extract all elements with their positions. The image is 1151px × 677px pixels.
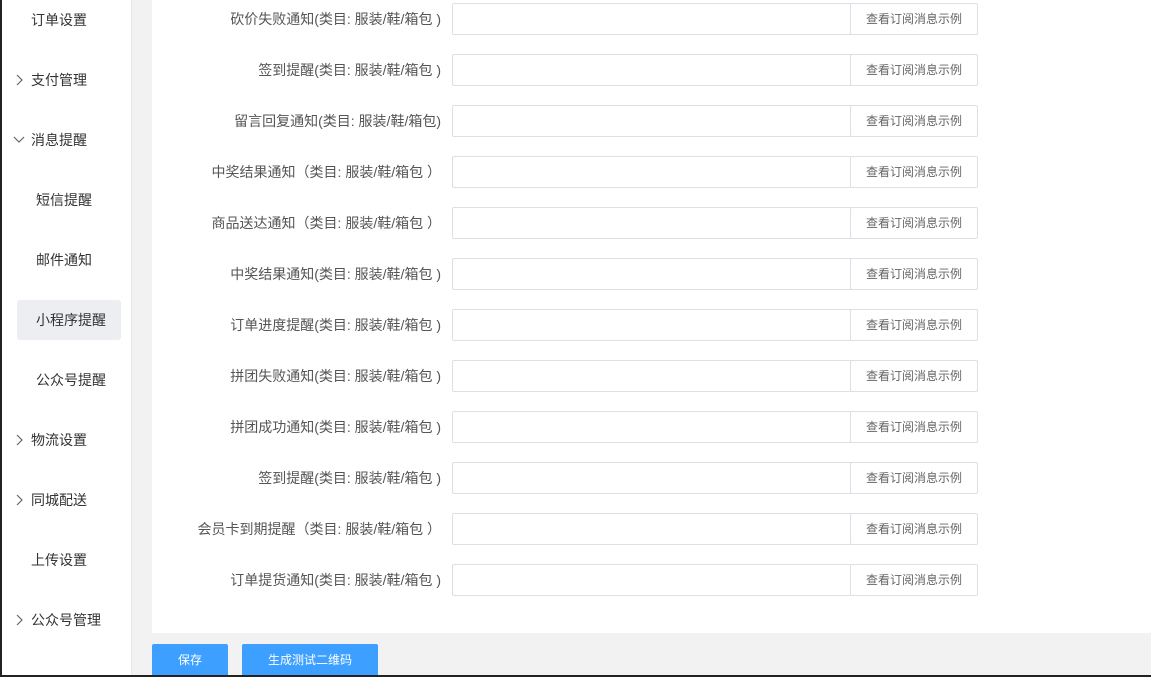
generate-test-qr-button[interactable]: 生成测试二维码	[242, 644, 378, 677]
template-id-input[interactable]	[452, 156, 862, 188]
view-example-button[interactable]: 查看订阅消息示例	[850, 564, 978, 596]
view-example-button[interactable]: 查看订阅消息示例	[850, 156, 978, 188]
sidebar-item-label: 同城配送	[31, 492, 87, 508]
view-example-button[interactable]: 查看订阅消息示例	[850, 207, 978, 239]
sidebar-item-label: 物流设置	[31, 432, 87, 448]
template-form: 砍价失败通知(类目: 服装/鞋/箱包 ) 查看订阅消息示例 签到提醒(类目: 服…	[152, 0, 1151, 633]
field-label: 会员卡到期提醒（类目: 服装/鞋/箱包 ）	[197, 521, 441, 537]
field-label: 拼团失败通知(类目: 服装/鞋/箱包 )	[230, 368, 441, 384]
form-row: 中奖结果通知(类目: 服装/鞋/箱包 ) 查看订阅消息示例	[152, 258, 1151, 290]
field-label: 订单进度提醒(类目: 服装/鞋/箱包 )	[230, 317, 441, 333]
sidebar-item-label: 消息提醒	[31, 132, 87, 148]
sidebar-item-order-settings[interactable]: 订单设置	[2, 0, 131, 40]
view-example-button[interactable]: 查看订阅消息示例	[850, 105, 978, 137]
sidebar-item-upload-settings[interactable]: 上传设置	[2, 540, 131, 580]
template-id-input[interactable]	[452, 564, 862, 596]
view-example-button[interactable]: 查看订阅消息示例	[850, 54, 978, 86]
view-example-button[interactable]: 查看订阅消息示例	[850, 3, 978, 35]
sidebar-item-label: 邮件通知	[36, 252, 92, 268]
template-id-input[interactable]	[452, 513, 862, 545]
form-row: 签到提醒(类目: 服装/鞋/箱包 ) 查看订阅消息示例	[152, 54, 1151, 86]
view-example-button[interactable]: 查看订阅消息示例	[850, 258, 978, 290]
form-row: 商品送达通知（类目: 服装/鞋/箱包 ） 查看订阅消息示例	[152, 207, 1151, 239]
sidebar-item-sms[interactable]: 短信提醒	[2, 180, 131, 220]
sidebar-item-official-account-reminder[interactable]: 公众号提醒	[2, 360, 131, 400]
form-row: 留言回复通知(类目: 服装/鞋/箱包) 查看订阅消息示例	[152, 105, 1151, 137]
field-label: 中奖结果通知(类目: 服装/鞋/箱包 )	[230, 266, 441, 282]
sidebar-item-local-delivery[interactable]: 同城配送	[2, 480, 131, 520]
template-id-input[interactable]	[452, 411, 862, 443]
form-row: 中奖结果通知（类目: 服装/鞋/箱包 ） 查看订阅消息示例	[152, 156, 1151, 188]
field-label: 拼团成功通知(类目: 服装/鞋/箱包 )	[230, 419, 441, 435]
field-label: 订单提货通知(类目: 服装/鞋/箱包 )	[230, 572, 441, 588]
field-label: 砍价失败通知(类目: 服装/鞋/箱包 )	[230, 11, 441, 27]
chevron-right-icon	[13, 60, 25, 100]
sidebar: 订单设置 支付管理 消息提醒 短信提醒 邮件通知 小程序提醒 公众号提醒 物流设…	[2, 0, 132, 675]
form-row: 订单进度提醒(类目: 服装/鞋/箱包 ) 查看订阅消息示例	[152, 309, 1151, 341]
view-example-button[interactable]: 查看订阅消息示例	[850, 513, 978, 545]
view-example-button[interactable]: 查看订阅消息示例	[850, 411, 978, 443]
chevron-right-icon	[13, 480, 25, 520]
sidebar-item-label: 订单设置	[31, 12, 87, 28]
chevron-right-icon	[13, 420, 25, 460]
sidebar-item-label: 公众号提醒	[36, 372, 106, 388]
chevron-right-icon	[13, 600, 25, 640]
view-example-button[interactable]: 查看订阅消息示例	[850, 309, 978, 341]
template-id-input[interactable]	[452, 105, 862, 137]
form-row: 签到提醒(类目: 服装/鞋/箱包 ) 查看订阅消息示例	[152, 462, 1151, 494]
form-row: 拼团失败通知(类目: 服装/鞋/箱包 ) 查看订阅消息示例	[152, 360, 1151, 392]
field-label: 签到提醒(类目: 服装/鞋/箱包 )	[258, 470, 441, 486]
sidebar-item-label: 上传设置	[31, 552, 87, 568]
form-row: 会员卡到期提醒（类目: 服装/鞋/箱包 ） 查看订阅消息示例	[152, 513, 1151, 545]
sidebar-item-official-account-management[interactable]: 公众号管理	[2, 600, 131, 640]
template-id-input[interactable]	[452, 462, 862, 494]
field-label: 留言回复通知(类目: 服装/鞋/箱包)	[234, 113, 441, 129]
template-id-input[interactable]	[452, 3, 862, 35]
field-label: 签到提醒(类目: 服装/鞋/箱包 )	[258, 62, 441, 78]
template-id-input[interactable]	[452, 309, 862, 341]
sidebar-item-label: 支付管理	[31, 72, 87, 88]
save-button[interactable]: 保存	[152, 644, 228, 677]
view-example-button[interactable]: 查看订阅消息示例	[850, 462, 978, 494]
action-bar: 保存 生成测试二维码	[152, 633, 1151, 677]
template-id-input[interactable]	[452, 207, 862, 239]
sidebar-item-email[interactable]: 邮件通知	[2, 240, 131, 280]
view-example-button[interactable]: 查看订阅消息示例	[850, 360, 978, 392]
sidebar-item-label: 小程序提醒	[36, 312, 106, 328]
sidebar-item-label: 短信提醒	[36, 192, 92, 208]
form-row: 订单提货通知(类目: 服装/鞋/箱包 ) 查看订阅消息示例	[152, 564, 1151, 596]
field-label: 中奖结果通知（类目: 服装/鞋/箱包 ）	[211, 164, 441, 180]
sidebar-item-label: 公众号管理	[31, 612, 101, 628]
form-row: 拼团成功通知(类目: 服装/鞋/箱包 ) 查看订阅消息示例	[152, 411, 1151, 443]
sidebar-item-logistics[interactable]: 物流设置	[2, 420, 131, 460]
template-id-input[interactable]	[452, 258, 862, 290]
field-label: 商品送达通知（类目: 服装/鞋/箱包 ）	[211, 215, 441, 231]
sidebar-item-notifications[interactable]: 消息提醒	[2, 120, 131, 160]
sidebar-item-payment[interactable]: 支付管理	[2, 60, 131, 100]
sidebar-item-miniprogram[interactable]: 小程序提醒	[17, 300, 121, 340]
chevron-down-icon	[13, 120, 25, 160]
form-row: 砍价失败通知(类目: 服装/鞋/箱包 ) 查看订阅消息示例	[152, 3, 1151, 35]
template-id-input[interactable]	[452, 360, 862, 392]
template-id-input[interactable]	[452, 54, 862, 86]
